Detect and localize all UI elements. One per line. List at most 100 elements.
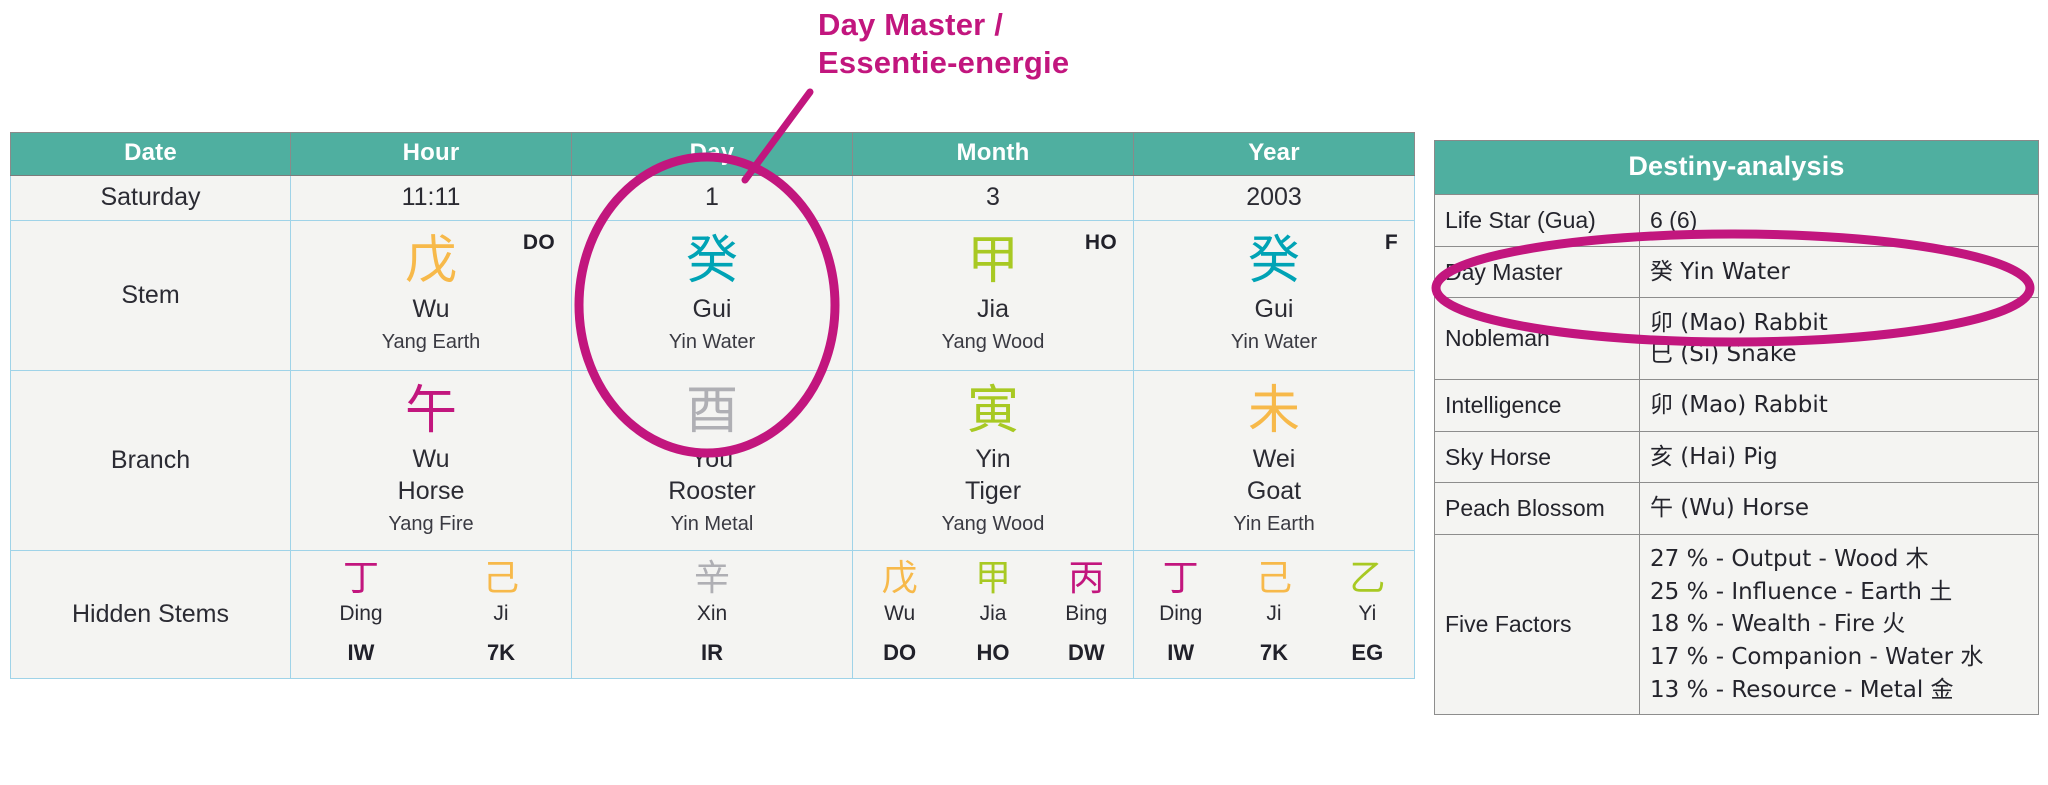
branch-element-hour: Yang Fire [388,513,474,535]
row-label-stem: Stem [10,220,291,371]
hidden-glyph: 丁 [342,558,379,599]
hidden-code: DO [883,639,917,665]
stem-cell-year: F 癸 Gui Yin Water [1133,220,1415,371]
hidden-code: 7K [1259,639,1289,665]
row-label-hidden-stems: Hidden Stems [10,550,291,679]
stem-element-year: Yin Water [1230,331,1318,353]
hidden-pinyin: Yi [1358,602,1377,625]
branch-cell-day: 酉 You Rooster Yin Metal [571,370,853,551]
hidden-stem-item: 乙 Yi EG [1321,561,1414,666]
destiny-key: Peach Blossom [1434,482,1640,536]
row-label-branch: Branch [10,370,291,551]
branch-cell-year: 未 Wei Goat Yin Earth [1133,370,1415,551]
hidden-stem-item: 甲 Jia HO [946,561,1039,666]
hidden-pinyin: Xin [696,602,728,625]
branch-animal-month: Tiger [964,477,1022,505]
destiny-key: Life Star (Gua) [1434,194,1640,247]
destiny-value: 卯 (Mao) Rabbit 巳 (Si) Snake [1639,297,2039,381]
hidden-code: 7K [486,639,516,665]
hidden-stem-item: 己 Ji 7K [1227,561,1320,666]
bazi-header-row: Date Hour Day Month Year [10,132,1415,176]
hidden-cell-month: 戊 Wu DO 甲 Jia HO 丙 Bing DW [852,550,1134,679]
branch-element-day: Yin Metal [670,513,754,535]
hidden-code: IR [701,639,723,665]
hidden-code: IW [347,639,375,665]
destiny-key: Day Master [1434,245,1640,299]
branch-pinyin-hour: Wu [412,445,450,473]
destiny-key: Intelligence [1434,379,1640,432]
hidden-glyph: 丁 [1162,558,1199,599]
column-header-hour: Hour [290,132,572,176]
destiny-header-row: Destiny-analysis [1434,140,2039,195]
stem-row: Stem DO 戊 Wu Yang Earth 癸 Gui Yin Water [10,220,1415,371]
destiny-row-nobleman: Nobleman 卯 (Mao) Rabbit 巳 (Si) Snake [1434,297,2039,381]
hidden-code: HO [976,639,1010,665]
destiny-analysis-table: Destiny-analysis Life Star (Gua) 6 (6) D… [1434,140,2039,716]
branch-row: Branch 午 Wu Horse Yang Fire 酉 You Rooste… [10,370,1415,551]
destiny-value: 27 % - Output - Wood 木 25 % - Influence … [1639,534,2039,716]
destiny-title: Destiny-analysis [1434,140,2039,195]
hidden-pinyin: Ding [1159,602,1203,625]
hidden-stem-item: 丙 Bing DW [1040,561,1133,666]
annotation-label: Day Master / Essentie-energie [818,7,1070,80]
hidden-stem-item: 丁 Ding IW [1134,561,1227,666]
branch-glyph-hour: 午 [404,381,457,441]
hidden-stem-item: 丁 Ding IW [291,561,431,666]
branch-cell-hour: 午 Wu Horse Yang Fire [290,370,572,551]
hidden-cell-hour: 丁 Ding IW 己 Ji 7K [290,550,572,679]
branch-animal-day: Rooster [668,477,756,505]
branch-animal-year: Goat [1246,477,1302,505]
destiny-row-sky-horse: Sky Horse 亥 (Hai) Pig [1434,430,2039,484]
destiny-row-intelligence: Intelligence 卯 (Mao) Rabbit [1434,379,2039,432]
stem-pinyin-hour: Wu [412,295,450,323]
date-year: 2003 [1133,175,1415,221]
hidden-glyph: 戊 [881,558,918,599]
branch-cell-month: 寅 Yin Tiger Yang Wood [852,370,1134,551]
hidden-cell-day: 辛 Xin IR [571,550,853,679]
stem-pinyin-month: Jia [977,295,1009,323]
destiny-row-five-factors: Five Factors 27 % - Output - Wood 木 25 %… [1434,534,2039,716]
hidden-stem-item: 戊 Wu DO [853,561,946,666]
date-row: Saturday 11:11 1 3 2003 [10,175,1415,221]
hidden-pinyin: Jia [979,602,1007,625]
stem-element-month: Yang Wood [941,331,1045,353]
hidden-glyph: 甲 [974,558,1011,599]
stem-element-hour: Yang Earth [381,331,481,353]
hidden-glyph: 乙 [1349,558,1386,599]
stem-cell-hour: DO 戊 Wu Yang Earth [290,220,572,371]
stem-element-day: Yin Water [668,331,756,353]
destiny-value: 癸 Yin Water [1639,245,2039,299]
branch-animal-hour: Horse [397,477,465,505]
destiny-value: 6 (6) [1639,194,2039,247]
stem-glyph-day: 癸 [685,231,738,291]
stem-glyph-year: 癸 [1247,231,1300,291]
branch-element-year: Yin Earth [1233,513,1315,535]
branch-glyph-year: 未 [1247,381,1300,441]
destiny-key: Nobleman [1434,297,1640,381]
destiny-row-peach-blossom: Peach Blossom 午 (Wu) Horse [1434,482,2039,536]
branch-pinyin-year: Wei [1252,445,1296,473]
column-header-year: Year [1133,132,1415,176]
hidden-pinyin: Bing [1065,602,1108,625]
stem-god-year: F [1384,231,1398,254]
branch-pinyin-month: Yin [975,445,1011,473]
destiny-row-life-star: Life Star (Gua) 6 (6) [1434,194,2039,247]
hidden-cell-year: 丁 Ding IW 己 Ji 7K 乙 Yi EG [1133,550,1415,679]
date-day: 1 [571,175,853,221]
stem-pinyin-day: Gui [692,295,732,323]
hidden-pinyin: Ji [493,602,509,625]
date-weekday: Saturday [10,175,291,221]
hidden-code: IW [1167,639,1195,665]
hidden-pinyin: Ji [1266,602,1282,625]
hidden-glyph: 丙 [1068,558,1105,599]
stem-pinyin-year: Gui [1254,295,1294,323]
hidden-code: EG [1351,639,1384,665]
destiny-row-day-master: Day Master 癸 Yin Water [1434,245,2039,299]
column-header-day: Day [571,132,853,176]
hidden-glyph: 辛 [693,558,730,599]
destiny-value: 亥 (Hai) Pig [1639,430,2039,484]
hidden-glyph: 己 [482,558,519,599]
bazi-pillar-table: Date Hour Day Month Year Saturday 11:11 … [10,132,1415,679]
branch-glyph-month: 寅 [966,381,1019,441]
branch-glyph-day: 酉 [685,381,738,441]
